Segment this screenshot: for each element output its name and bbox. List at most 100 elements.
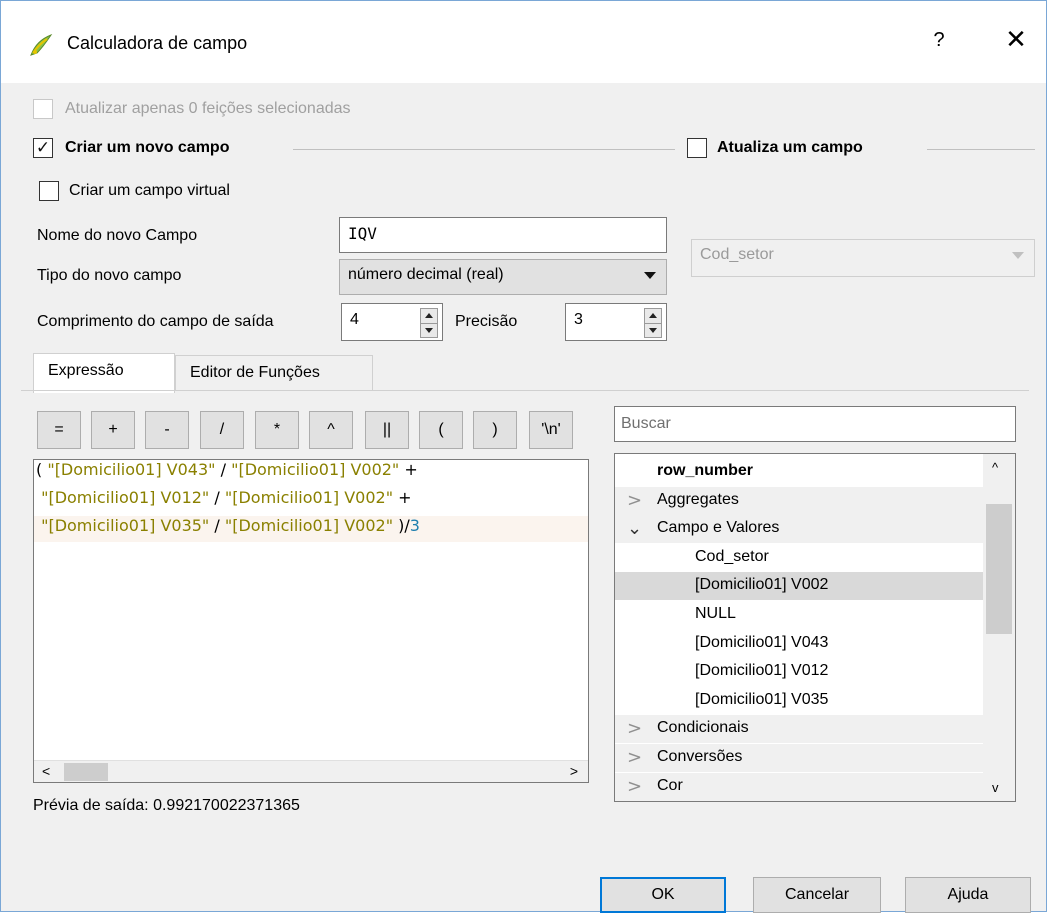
- expression-token: "[Domicilio01] V012": [41, 488, 210, 507]
- scroll-left-icon[interactable]: <: [42, 763, 50, 779]
- output-preview-value: 0.992170022371365: [153, 797, 300, 814]
- scroll-up-icon[interactable]: ^: [992, 460, 998, 475]
- expression-token: /: [215, 460, 232, 479]
- tree-item-label: NULL: [695, 605, 736, 622]
- tree-item[interactable]: > Cor: [615, 772, 983, 801]
- field-type-select[interactable]: número decimal (real): [339, 259, 667, 295]
- expression-token: /: [209, 488, 225, 507]
- tree-item[interactable]: > Aggregates: [615, 486, 983, 515]
- help-button[interactable]: Ajuda: [905, 877, 1031, 913]
- spin-arrows-icon[interactable]: [644, 308, 662, 338]
- tree-item[interactable]: [Domicilio01] V012: [615, 658, 983, 686]
- tree-item-label: row_number: [657, 462, 754, 479]
- group-divider: [927, 149, 1035, 150]
- ok-button[interactable]: OK: [600, 877, 726, 913]
- field-name-label: Nome do novo Campo: [37, 227, 198, 244]
- expression-token: (: [36, 460, 48, 479]
- function-tree[interactable]: row_number > Aggregates ⌄ Campo e Valores Cod…: [614, 453, 1016, 802]
- tree-item[interactable]: Cod_setor: [615, 544, 983, 572]
- help-title-button[interactable]: ?: [929, 29, 949, 52]
- spin-arrows-icon[interactable]: [420, 308, 438, 338]
- update-selected-checkbox[interactable]: [33, 99, 53, 119]
- operator-button[interactable]: +: [91, 411, 135, 449]
- tree-item[interactable]: ⌄ Campo e Valores: [615, 515, 983, 544]
- update-field-checkbox[interactable]: [687, 138, 707, 158]
- function-search-input[interactable]: Buscar: [614, 406, 1016, 442]
- tree-item-label: [Domicilio01] V035: [695, 690, 829, 708]
- existing-field-value: Cod_setor: [700, 246, 774, 263]
- scroll-right-icon[interactable]: >: [570, 763, 578, 779]
- expression-token: "[Domicilio01] V002": [224, 488, 394, 507]
- operator-button[interactable]: -: [145, 411, 189, 449]
- tree-item[interactable]: NULL: [615, 601, 983, 629]
- update-field-label: Atualiza um campo: [717, 139, 863, 156]
- expression-token: "[Domicilio01] V043": [47, 460, 216, 479]
- tab-expression-label: Expressão: [48, 362, 124, 379]
- scrollbar-thumb[interactable]: [986, 504, 1012, 634]
- tab-panel-border: [21, 390, 1029, 391]
- chevron-down-icon[interactable]: ⌄: [627, 518, 642, 539]
- expression-token: "[Domicilio01] V002": [224, 516, 394, 535]
- tab-function-editor[interactable]: Editor de Funções: [175, 355, 373, 391]
- tree-item[interactable]: [Domicilio01] V002: [615, 572, 983, 601]
- scrollbar-thumb[interactable]: [64, 763, 108, 781]
- close-button[interactable]: ✕: [1001, 25, 1031, 55]
- operator-button[interactable]: '\n': [529, 411, 573, 449]
- virtual-field-checkbox[interactable]: [39, 181, 59, 201]
- expression-token: "[Domicilio01] V002": [231, 460, 400, 479]
- create-new-field-label: Criar um novo campo: [65, 139, 230, 156]
- output-preview: Prévia de saída: 0.992170022371365: [33, 797, 300, 815]
- tree-item[interactable]: > Condicionais: [615, 715, 983, 744]
- chevron-right-icon[interactable]: >: [627, 490, 642, 511]
- check-icon: ✓: [35, 137, 51, 158]
- tree-item-label: [Domicilio01] V012: [695, 662, 829, 680]
- output-preview-label: Prévia de saída:: [33, 797, 149, 814]
- operator-button[interactable]: ): [473, 411, 517, 449]
- expression-line-1: ( "[Domicilio01] V043" / "[Domicilio01] …: [34, 460, 588, 486]
- create-new-field-checkbox[interactable]: ✓: [33, 138, 53, 158]
- output-length-spinbox[interactable]: 4: [341, 303, 443, 341]
- precision-spinbox[interactable]: 3: [565, 303, 667, 341]
- tree-item-label: [Domicilio01] V043: [695, 633, 829, 651]
- operator-button[interactable]: (: [419, 411, 463, 449]
- operator-button[interactable]: *: [255, 411, 299, 449]
- chevron-right-icon[interactable]: >: [627, 718, 642, 739]
- chevron-right-icon[interactable]: >: [627, 747, 642, 768]
- operator-button[interactable]: ^: [309, 411, 353, 449]
- tree-item-label: Cod_setor: [695, 547, 769, 565]
- dialog-title: Calculadora de campo: [67, 33, 248, 53]
- horizontal-scrollbar[interactable]: < >: [34, 760, 588, 782]
- field-calculator-dialog: Calculadora de campo ? ✕ Atualizar apena…: [0, 0, 1047, 913]
- tab-expression[interactable]: Expressão: [33, 353, 175, 393]
- chevron-down-icon: [1012, 252, 1024, 259]
- tree-item[interactable]: [Domicilio01] V043: [615, 630, 983, 658]
- vertical-scrollbar[interactable]: ^ v: [983, 454, 1015, 801]
- tree-item[interactable]: > Conversões: [615, 744, 983, 772]
- tree-item[interactable]: [Domicilio01] V035: [615, 687, 983, 715]
- operator-button[interactable]: /: [200, 411, 244, 449]
- group-divider: [293, 149, 675, 150]
- field-name-input[interactable]: IQV: [339, 217, 667, 253]
- qgis-logo-icon: [30, 33, 53, 56]
- chevron-right-icon[interactable]: >: [627, 776, 642, 797]
- expression-token: +: [399, 460, 418, 479]
- precision-value: 3: [574, 311, 583, 328]
- cancel-button[interactable]: Cancelar: [753, 877, 881, 913]
- virtual-field-label: Criar um campo virtual: [69, 182, 230, 199]
- field-type-label: Tipo do novo campo: [37, 267, 182, 284]
- chevron-down-icon: [644, 272, 656, 279]
- operator-button[interactable]: =: [37, 411, 81, 449]
- expression-token: +: [393, 488, 412, 507]
- tree-item[interactable]: row_number: [615, 458, 983, 486]
- tree-item-label: [Domicilio01] V002: [695, 576, 829, 594]
- existing-field-select[interactable]: Cod_setor: [691, 239, 1035, 277]
- title-bar: Calculadora de campo ? ✕: [1, 1, 1046, 83]
- expression-editor[interactable]: ( "[Domicilio01] V043" / "[Domicilio01] …: [33, 459, 589, 783]
- scroll-down-icon[interactable]: v: [992, 780, 999, 795]
- tree-item-label: Campo e Valores: [657, 519, 780, 537]
- tree-item-label: Cor: [657, 776, 683, 794]
- expression-token: "[Domicilio01] V035": [41, 516, 210, 535]
- output-length-label: Comprimento do campo de saída: [37, 313, 274, 330]
- operator-button[interactable]: ||: [365, 411, 409, 449]
- expression-token: )/: [393, 516, 410, 535]
